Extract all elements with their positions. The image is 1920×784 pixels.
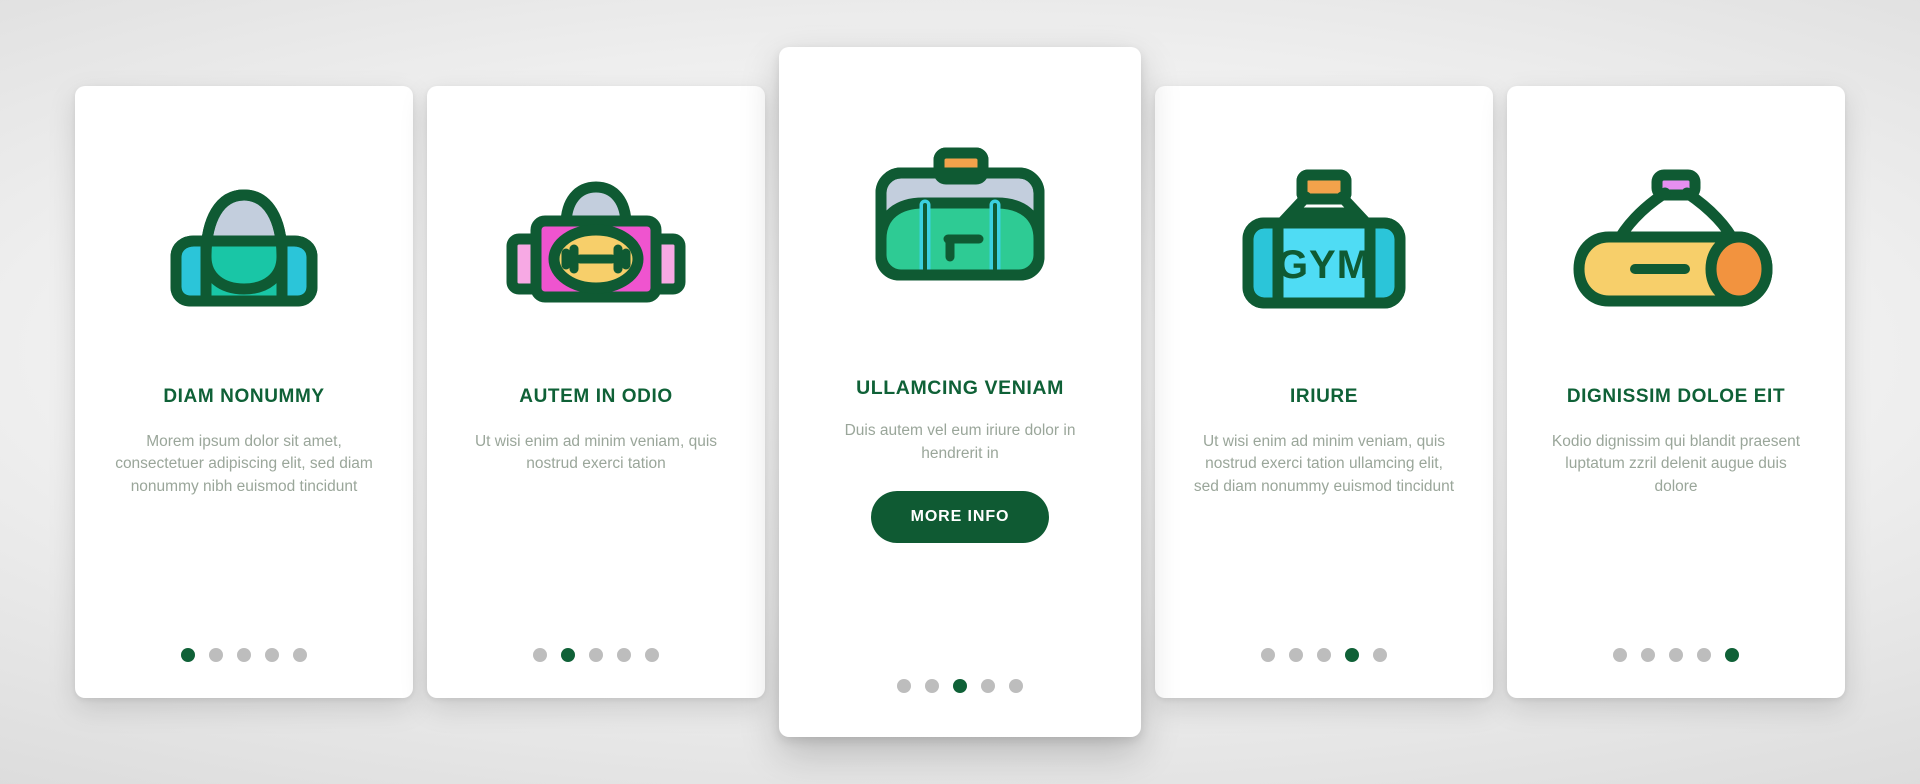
barrel-bag-orange-icon: [1533, 86, 1819, 386]
pagination-dot[interactable]: [617, 648, 631, 662]
pagination-dot[interactable]: [1317, 648, 1331, 662]
duffel-bag-green-icon: [805, 47, 1115, 377]
pagination-dot[interactable]: [265, 648, 279, 662]
onboarding-card-row: DIAM NONUMMY Morem ipsum dolor sit amet,…: [0, 0, 1920, 784]
pagination-dot[interactable]: [1009, 679, 1023, 693]
card-title: IRIURE: [1290, 386, 1358, 407]
pagination-dot[interactable]: [1261, 648, 1275, 662]
pagination-dot[interactable]: [953, 679, 967, 693]
onboarding-card-4[interactable]: GYM IRIURE Ut wisi enim ad minim veniam,…: [1155, 86, 1493, 698]
pagination-dots: [1155, 648, 1493, 662]
pagination-dot[interactable]: [209, 648, 223, 662]
card-title: ULLAMCING VENIAM: [856, 377, 1064, 399]
pagination-dot[interactable]: [1613, 648, 1627, 662]
onboarding-card-3[interactable]: ULLAMCING VENIAM Duis autem vel eum iriu…: [779, 47, 1141, 737]
pagination-dot[interactable]: [589, 648, 603, 662]
pagination-dots: [427, 648, 765, 662]
svg-text:GYM: GYM: [1277, 243, 1371, 287]
pagination-dot[interactable]: [897, 679, 911, 693]
pagination-dot[interactable]: [925, 679, 939, 693]
pagination-dot[interactable]: [1289, 648, 1303, 662]
pagination-dots: [75, 648, 413, 662]
card-body: Ut wisi enim ad minim veniam, quis nostr…: [1193, 432, 1455, 495]
onboarding-card-1[interactable]: DIAM NONUMMY Morem ipsum dolor sit amet,…: [75, 86, 413, 698]
pagination-dot[interactable]: [237, 648, 251, 662]
pagination-dot[interactable]: [645, 648, 659, 662]
onboarding-card-5[interactable]: DIGNISSIM DOLOE EIT Kodio dignissim qui …: [1507, 86, 1845, 698]
card-body: Ut wisi enim ad minim veniam, quis nostr…: [474, 432, 718, 473]
gym-bag-pink-dumbbell-icon: [453, 86, 739, 386]
onboarding-card-2[interactable]: AUTEM IN ODIO Ut wisi enim ad minim veni…: [427, 86, 765, 698]
pagination-dot[interactable]: [1373, 648, 1387, 662]
pagination-dot[interactable]: [1669, 648, 1683, 662]
gym-bag-blue-icon: GYM: [1181, 86, 1467, 386]
pagination-dot[interactable]: [181, 648, 195, 662]
card-body: Duis autem vel eum iriure dolor in hendr…: [844, 422, 1076, 462]
card-body: Morem ipsum dolor sit amet, consectetuer…: [115, 432, 373, 495]
pagination-dots: [779, 679, 1141, 693]
card-title: AUTEM IN ODIO: [519, 386, 673, 407]
pagination-dot[interactable]: [561, 648, 575, 662]
more-info-button[interactable]: MORE INFO: [870, 491, 1050, 544]
duffel-bag-cyan-icon: [101, 86, 387, 386]
pagination-dot[interactable]: [1697, 648, 1711, 662]
card-body: Kodio dignissim qui blandit praesent lup…: [1551, 432, 1801, 495]
card-title: DIGNISSIM DOLOE EIT: [1566, 386, 1786, 407]
pagination-dot[interactable]: [981, 679, 995, 693]
pagination-dot[interactable]: [1345, 648, 1359, 662]
pagination-dot[interactable]: [1725, 648, 1739, 662]
pagination-dot[interactable]: [293, 648, 307, 662]
card-title: DIAM NONUMMY: [163, 386, 325, 407]
pagination-dot[interactable]: [533, 648, 547, 662]
pagination-dot[interactable]: [1641, 648, 1655, 662]
pagination-dots: [1507, 648, 1845, 662]
